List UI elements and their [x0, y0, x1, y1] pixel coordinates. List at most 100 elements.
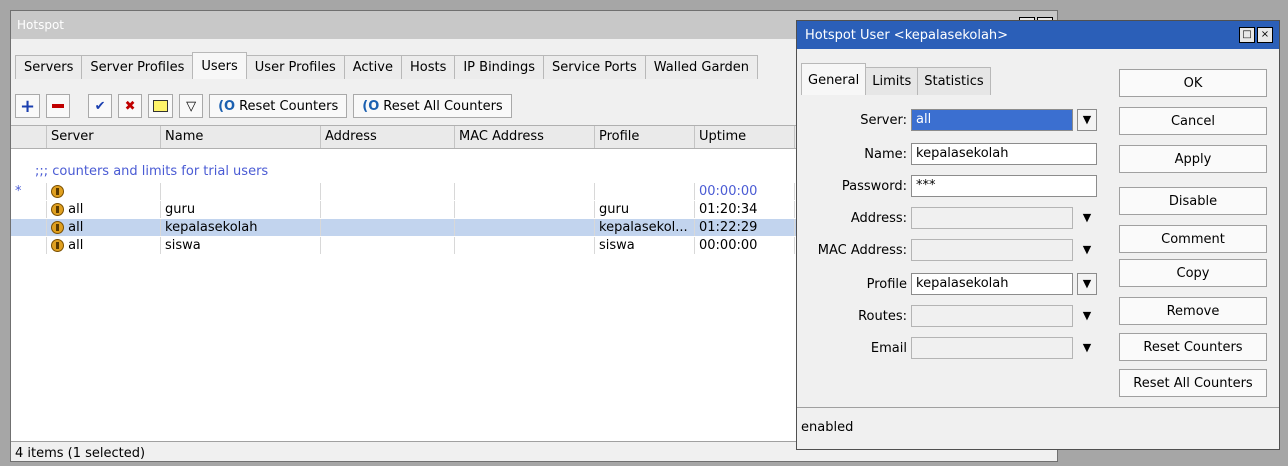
cell-server: all [47, 219, 161, 236]
cell-profile: siswa [595, 237, 695, 254]
name-input[interactable]: kepalasekolah [911, 143, 1097, 165]
dialog-status: enabled [797, 407, 1279, 449]
tab-service-ports[interactable]: Service Ports [543, 55, 646, 79]
cell-name: kepalasekolah [161, 219, 321, 236]
dropdown-button[interactable]: ▼ [1077, 273, 1097, 295]
cell-server [47, 183, 161, 200]
remove-button[interactable]: Remove [1119, 297, 1267, 325]
chevron-down-icon[interactable]: ▼ [1077, 207, 1097, 229]
cell-name: siswa [161, 237, 321, 254]
enable-button[interactable]: ✔ [88, 94, 113, 118]
close-icon[interactable]: × [1257, 27, 1273, 43]
password-input[interactable]: *** [911, 175, 1097, 197]
cell-uptime: 01:22:29 [695, 219, 795, 236]
filter-button[interactable]: ▽ [179, 94, 204, 118]
column-profile[interactable]: Profile [595, 126, 695, 148]
comment-row: ;;; counters and limits for trial users [35, 164, 269, 179]
dialog-window-controls: □ × [1239, 27, 1273, 43]
cell-address [321, 183, 455, 200]
comment-button[interactable]: Comment [1119, 225, 1267, 253]
minus-icon [52, 104, 65, 108]
chevron-down-icon[interactable]: ▼ [1077, 337, 1097, 359]
address-label: Address: [850, 210, 907, 226]
maximize-icon[interactable]: □ [1239, 27, 1255, 43]
reset-counters-button[interactable]: (O Reset Counters [209, 94, 348, 118]
note-icon [153, 100, 169, 112]
profile-label: Profile [866, 276, 907, 292]
tab-hosts[interactable]: Hosts [400, 55, 456, 79]
filter-icon: ▽ [186, 98, 197, 114]
reset-icon: (O [218, 98, 236, 114]
cell-mac [455, 237, 595, 254]
user-icon [51, 203, 64, 216]
row-marker [11, 201, 47, 218]
copy-button[interactable]: Copy [1119, 259, 1267, 287]
reset-all-counters-label: Reset All Counters [383, 98, 503, 114]
cell-profile: guru [595, 201, 695, 218]
column-marker [11, 126, 47, 148]
tab-user-profiles[interactable]: User Profiles [245, 55, 345, 79]
mac-address-input[interactable] [911, 239, 1073, 261]
ok-button[interactable]: OK [1119, 69, 1267, 97]
chevron-down-icon[interactable]: ▼ [1077, 305, 1097, 327]
cell-mac [455, 219, 595, 236]
tab-servers[interactable]: Servers [15, 55, 83, 79]
chevron-down-icon[interactable]: ▼ [1077, 239, 1097, 261]
reset-all-counters-button[interactable]: Reset All Counters [1119, 369, 1267, 397]
password-label: Password: [841, 178, 907, 194]
tab-server-profiles[interactable]: Server Profiles [81, 55, 194, 79]
column-server[interactable]: Server [47, 126, 161, 148]
cell-name [161, 183, 321, 200]
column-name[interactable]: Name [161, 126, 321, 148]
column-uptime[interactable]: Uptime [695, 126, 795, 148]
profile-select[interactable]: kepalasekolah [911, 273, 1073, 295]
cell-profile [595, 183, 695, 200]
cell-address [321, 201, 455, 218]
tab-statistics[interactable]: Statistics [917, 67, 991, 95]
cell-mac [455, 201, 595, 218]
routes-row: Routes: ▼ [797, 305, 1097, 327]
tab-general[interactable]: General [801, 63, 867, 95]
tab-active[interactable]: Active [343, 55, 402, 79]
routes-input[interactable] [911, 305, 1073, 327]
dropdown-button[interactable]: ▼ [1077, 109, 1097, 131]
dialog-tab-bar: General Limits Statistics [801, 63, 991, 95]
profile-row: Profile kepalasekolah ▼ [797, 273, 1097, 295]
password-row: Password: *** [797, 175, 1097, 197]
tab-users[interactable]: Users [192, 52, 247, 79]
apply-button[interactable]: Apply [1119, 145, 1267, 173]
cell-name: guru [161, 201, 321, 218]
plus-icon: + [20, 95, 36, 117]
column-mac-address[interactable]: MAC Address [455, 126, 595, 148]
cell-address [321, 219, 455, 236]
mac-address-label: MAC Address: [817, 242, 907, 258]
name-label: Name: [864, 146, 907, 162]
x-icon: ✖ [124, 98, 136, 114]
cell-uptime: 00:00:00 [695, 237, 795, 254]
server-label: Server: [860, 112, 907, 128]
tab-bar: Servers Server Profiles Users User Profi… [15, 52, 759, 79]
reset-counters-label: Reset Counters [239, 98, 339, 114]
email-row: Email ▼ [797, 337, 1097, 359]
tab-ip-bindings[interactable]: IP Bindings [454, 55, 545, 79]
cancel-button[interactable]: Cancel [1119, 107, 1267, 135]
remove-button[interactable] [46, 94, 71, 118]
server-select[interactable]: all [911, 109, 1073, 131]
reset-counters-button[interactable]: Reset Counters [1119, 333, 1267, 361]
add-button[interactable]: + [15, 94, 41, 118]
cell-uptime: 00:00:00 [695, 183, 795, 200]
disable-button[interactable]: Disable [1119, 187, 1267, 215]
email-input[interactable] [911, 337, 1073, 359]
user-icon [51, 221, 64, 234]
address-input[interactable] [911, 207, 1073, 229]
hotspot-user-dialog: Hotspot User <kepalasekolah> □ × General… [796, 20, 1280, 450]
tab-limits[interactable]: Limits [865, 67, 919, 95]
column-address[interactable]: Address [321, 126, 455, 148]
comment-button[interactable] [148, 94, 174, 118]
disable-button[interactable]: ✖ [118, 94, 143, 118]
reset-all-counters-button[interactable]: (O Reset All Counters [353, 94, 512, 118]
cell-server: all [47, 237, 161, 254]
dialog-title: Hotspot User <kepalasekolah> [797, 21, 1279, 49]
name-row: Name: kepalasekolah [797, 143, 1097, 165]
tab-walled-garden[interactable]: Walled Garden [644, 55, 759, 79]
